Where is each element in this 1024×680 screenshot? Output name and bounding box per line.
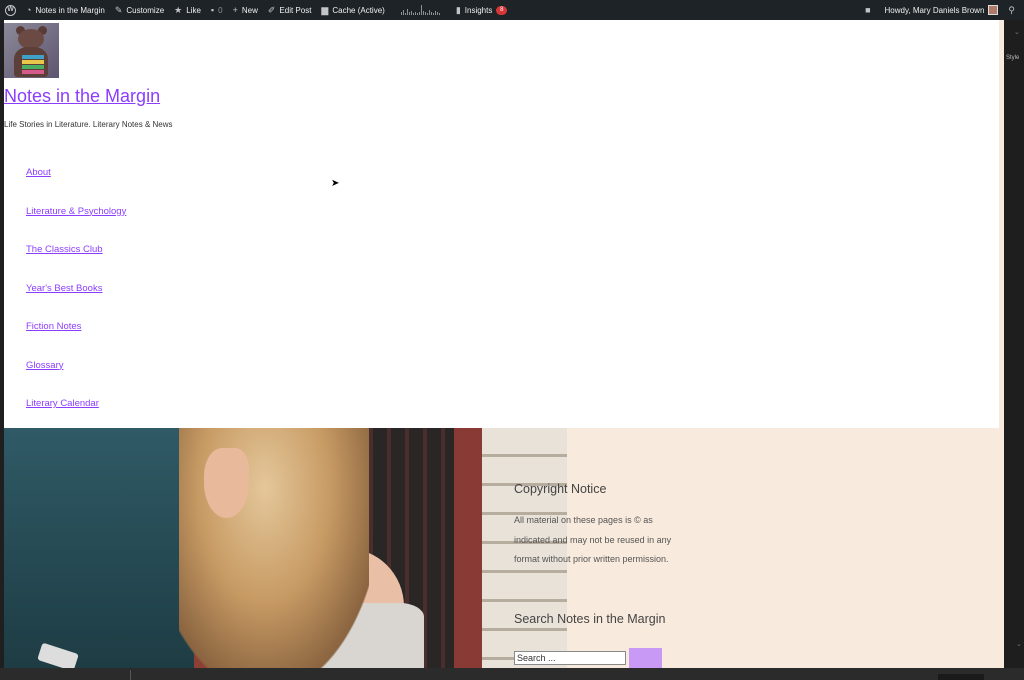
nav-link[interactable]: Fiction Notes xyxy=(26,321,81,332)
comments-count: 0 xyxy=(218,5,223,15)
insights-badge: 8 xyxy=(496,5,508,15)
edit-post-label: Edit Post xyxy=(279,5,312,15)
admin-bar-right: ■ Howdy, Mary Daniels Brown ⚲ xyxy=(860,0,1024,20)
nav-link[interactable]: The Classics Club xyxy=(26,244,103,255)
customize-label: Customize xyxy=(126,5,165,15)
nav-item-about: About xyxy=(26,162,126,201)
cache-icon: ▆ xyxy=(321,4,329,15)
stats-sparkline[interactable] xyxy=(390,0,451,20)
greeting-label: Howdy, Mary Daniels Brown xyxy=(884,5,985,15)
nav-item-literature-psychology: Literature & Psychology xyxy=(26,201,126,240)
like-label: Like xyxy=(186,5,201,15)
new-content-menu[interactable]: + New xyxy=(228,0,263,20)
site-header: Notes in the Margin Life Stories in Lite… xyxy=(4,20,999,428)
book xyxy=(22,65,44,69)
insights-label: Insights xyxy=(464,5,493,15)
like-link[interactable]: ★ Like xyxy=(169,0,206,20)
cache-menu[interactable]: ▆ Cache (Active) xyxy=(316,0,389,20)
search-icon: ⚲ xyxy=(1008,4,1015,15)
nav-item-glossary: Glossary xyxy=(26,355,126,394)
avatar xyxy=(988,5,999,15)
wordpress-logo-icon: W xyxy=(5,4,16,16)
wp-logo-menu[interactable]: W xyxy=(0,0,21,20)
nav-link[interactable]: Literature & Psychology xyxy=(26,206,126,217)
nav-item-classics-club: The Classics Club xyxy=(26,239,126,278)
nav-link[interactable]: Literary Calendar xyxy=(26,398,99,409)
book xyxy=(22,70,44,74)
chevron-down-icon[interactable]: ⌄ xyxy=(1016,640,1022,648)
nav-item-literary-calendar: Literary Calendar xyxy=(26,393,126,432)
bottom-status-bar xyxy=(0,668,1024,680)
main-navigation: About Literature & Psychology The Classi… xyxy=(26,162,126,432)
search-input[interactable] xyxy=(514,651,626,665)
site-page: Notes in the Margin Life Stories in Lite… xyxy=(4,20,1004,668)
insights-menu[interactable]: ▮ Insights 8 xyxy=(451,0,513,20)
admin-bar: W ◔ Notes in the Margin ✎ Customize ★ Li… xyxy=(0,0,1024,20)
site-name-label: Notes in the Margin xyxy=(35,5,105,15)
nav-item-fiction-notes: Fiction Notes xyxy=(26,316,126,355)
notifications-link[interactable]: ■ xyxy=(860,0,879,20)
hero-image xyxy=(4,428,567,668)
nav-item-years-best-books: Year's Best Books xyxy=(26,278,126,317)
plus-icon: + xyxy=(232,4,238,15)
nav-link[interactable]: About xyxy=(26,167,51,178)
bar-chart-icon: ▮ xyxy=(455,4,461,15)
hero-door-frame xyxy=(454,428,484,668)
bear-head xyxy=(18,29,44,49)
hero-face xyxy=(204,448,249,518)
my-account-menu[interactable]: Howdy, Mary Daniels Brown xyxy=(880,0,1004,20)
notification-icon: ■ xyxy=(865,4,871,15)
mouse-cursor-icon: ➤ xyxy=(331,178,340,189)
book xyxy=(22,55,44,59)
sparkline-icon xyxy=(400,5,440,15)
copyright-widget-text: All material on these pages is © as indi… xyxy=(514,515,672,564)
paintbrush-icon: ✎ xyxy=(114,4,123,15)
divider xyxy=(130,670,131,680)
site-logo[interactable] xyxy=(4,23,59,78)
search-widget-title: Search Notes in the Margin xyxy=(514,612,666,626)
new-label: New xyxy=(241,5,258,15)
star-icon: ★ xyxy=(174,4,183,15)
editor-side-panel: ⌄ Style ⌄ xyxy=(1004,20,1024,668)
site-tagline: Life Stories in Literature. Literary Not… xyxy=(4,120,173,129)
edit-post-link[interactable]: ✐ Edit Post xyxy=(263,0,317,20)
customize-link[interactable]: ✎ Customize xyxy=(110,0,169,20)
dashboard-icon: ◔ xyxy=(26,4,32,15)
cache-label: Cache (Active) xyxy=(332,5,385,15)
hero-wall xyxy=(4,428,204,668)
comments-link[interactable]: ▪ 0 xyxy=(206,0,228,20)
book xyxy=(22,60,44,64)
status-block xyxy=(938,674,984,680)
search-submit-button[interactable] xyxy=(629,648,662,668)
site-title[interactable]: Notes in the Margin xyxy=(4,86,160,107)
comment-bubble-icon: ▪ xyxy=(210,4,215,15)
admin-search[interactable]: ⚲ xyxy=(1003,0,1024,20)
site-name-menu[interactable]: ◔ Notes in the Margin xyxy=(21,0,110,20)
chevron-down-icon[interactable]: ⌄ xyxy=(1014,28,1020,36)
nav-link[interactable]: Year's Best Books xyxy=(26,283,102,294)
nav-link[interactable]: Glossary xyxy=(26,360,63,371)
copyright-widget-title: Copyright Notice xyxy=(514,482,607,496)
style-tab[interactable]: Style xyxy=(1006,55,1019,61)
pencil-icon: ✐ xyxy=(267,4,276,15)
